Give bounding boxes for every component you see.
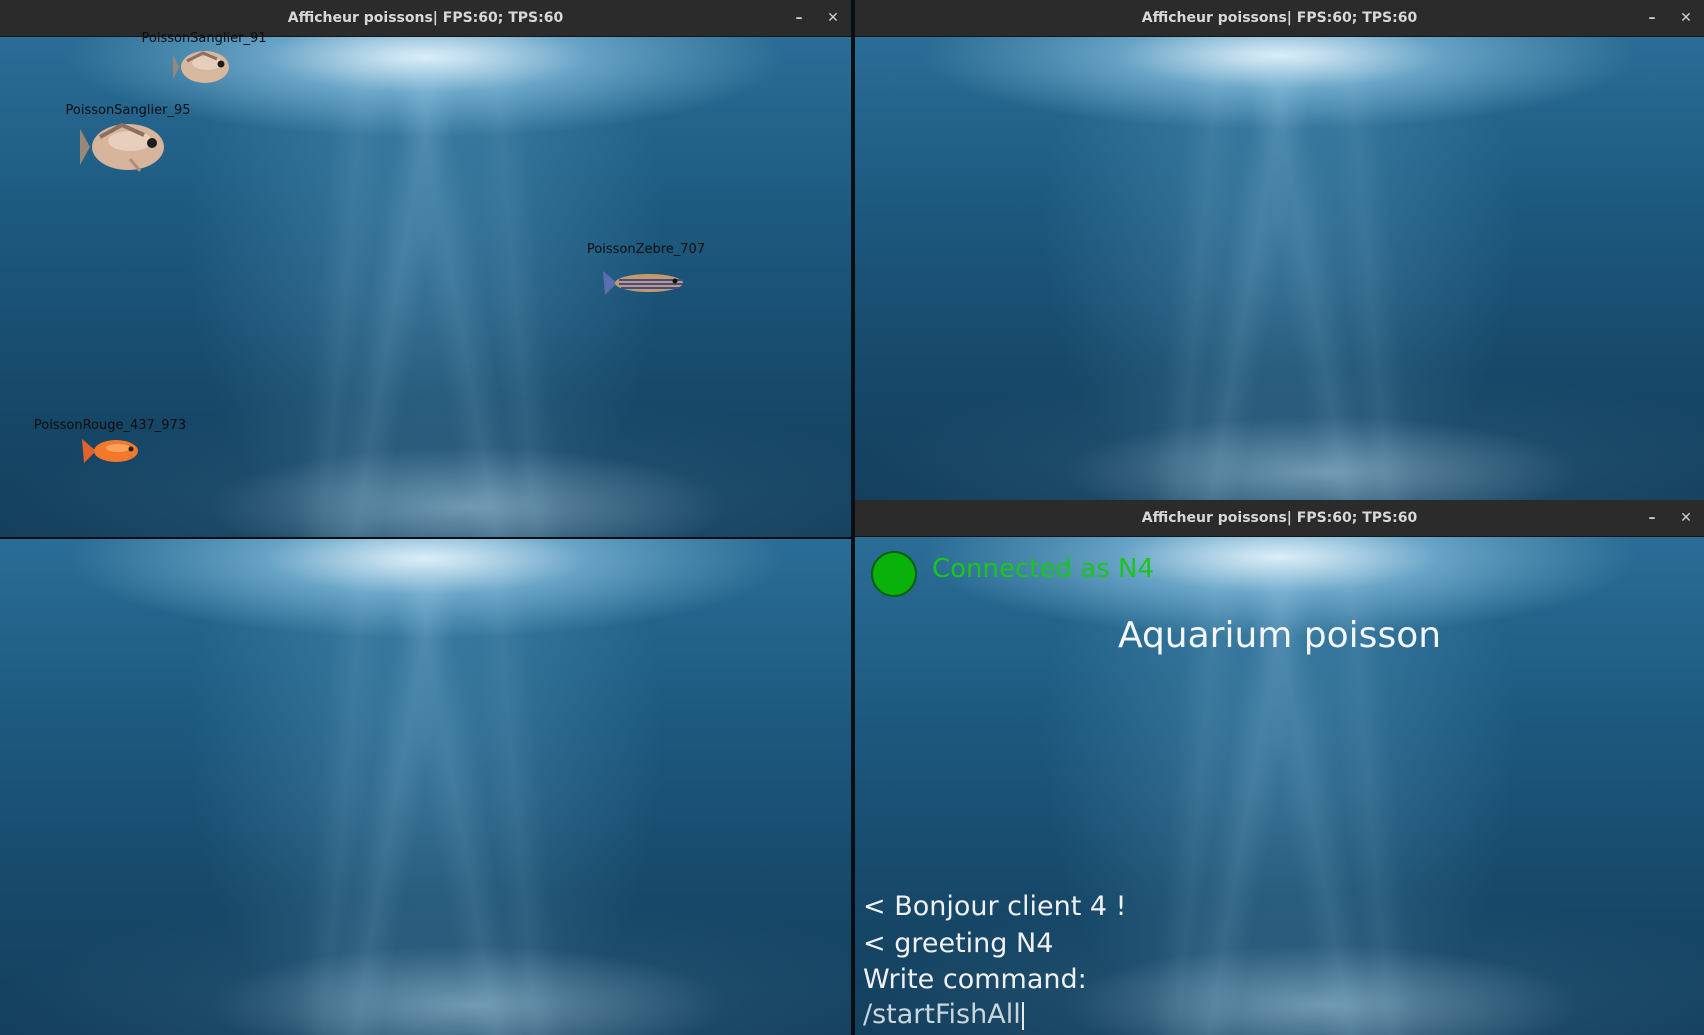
aquarium-window-3[interactable] (0, 539, 851, 1035)
fish-label: PoissonSanglier_91 (141, 31, 267, 46)
text-caret (1021, 1001, 1024, 1030)
fish-label: PoissonZebre_707 (586, 242, 706, 257)
boarfish-icon (80, 122, 164, 172)
aquarium-window-4[interactable]: Afficheur poissons| FPS:60; TPS:60 – ✕ C… (855, 500, 1704, 1035)
window-1-titlebar[interactable]: Afficheur poissons| FPS:60; TPS:60 – ✕ (0, 0, 851, 37)
window-4-titlebar[interactable]: Afficheur poissons| FPS:60; TPS:60 – ✕ (855, 500, 1704, 537)
status-indicator-icon (871, 551, 917, 597)
app-title: Aquarium poisson (1117, 615, 1442, 656)
window-2-title: Afficheur poissons| FPS:60; TPS:60 (1141, 10, 1418, 26)
aquarium-view-1: PoissonSanglier_91 PoissonSanglier_95 Po… (0, 31, 851, 537)
window-2-titlebar[interactable]: Afficheur poissons| FPS:60; TPS:60 – ✕ (855, 0, 1704, 37)
window-4-title: Afficheur poissons| FPS:60; TPS:60 (1141, 510, 1418, 526)
close-icon[interactable]: ✕ (1674, 6, 1698, 30)
aquarium-window-2[interactable]: Afficheur poissons| FPS:60; TPS:60 – ✕ (855, 0, 1704, 500)
command-input-value: /startFishAll (863, 999, 1021, 1030)
aquarium-window-1[interactable]: Afficheur poissons| FPS:60; TPS:60 – ✕ P… (0, 0, 851, 537)
fish-label: PoissonSanglier_95 (65, 103, 191, 118)
goldfish-icon (82, 439, 138, 463)
console-line-1: < Bonjour client 4 ! (863, 891, 1127, 922)
console-line-2: < greeting N4 (863, 928, 1054, 959)
close-icon[interactable]: ✕ (1674, 506, 1698, 530)
minimize-icon[interactable]: – (1640, 6, 1664, 30)
connection-status: Connected as N4 (932, 554, 1155, 584)
aquarium-view-4: Connected as N4 Aquarium poisson < Bonjo… (855, 537, 1704, 1035)
boarfish-icon (173, 51, 229, 83)
console-prompt: Write command: (863, 964, 1087, 995)
aquarium-view-2 (855, 37, 1704, 500)
command-input[interactable]: /startFishAll (863, 999, 1024, 1030)
window-1-title: Afficheur poissons| FPS:60; TPS:60 (287, 10, 564, 26)
aquarium-view-3 (0, 539, 851, 1035)
minimize-icon[interactable]: – (1640, 506, 1664, 530)
zebrafish-icon (603, 271, 683, 295)
fish-label: PoissonRouge_437_973 (33, 418, 187, 433)
minimize-icon[interactable]: – (787, 6, 811, 30)
close-icon[interactable]: ✕ (821, 6, 845, 30)
